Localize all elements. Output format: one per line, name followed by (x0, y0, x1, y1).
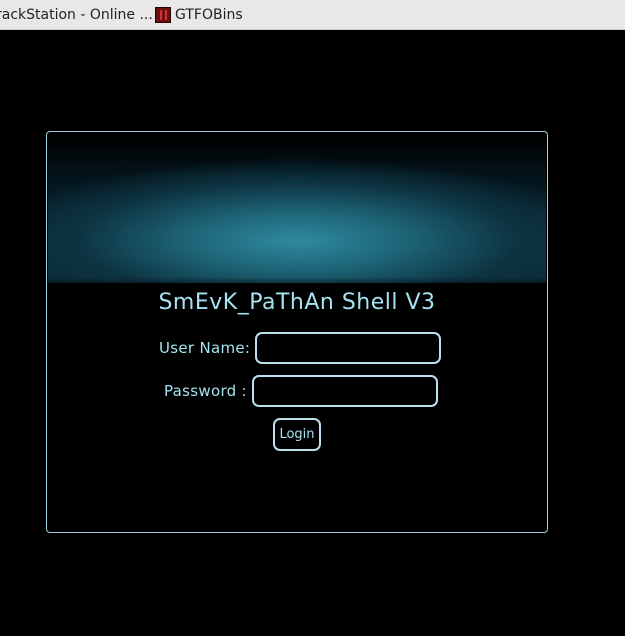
gtfobins-favicon-icon (155, 6, 171, 23)
header-banner-image (48, 133, 546, 283)
login-button[interactable]: Login (273, 418, 321, 451)
username-input[interactable] (255, 332, 442, 364)
bookmark-rackstation[interactable]: rackStation - Online ... (0, 0, 153, 29)
bookmarks-bar: rackStation - Online ... GTFOBins (0, 0, 625, 30)
password-input[interactable] (251, 375, 438, 407)
username-row: User Name: (159, 332, 442, 364)
password-label: Password : (164, 382, 247, 400)
username-label: User Name: (159, 339, 251, 357)
bookmark-label: rackStation - Online ... (0, 6, 153, 23)
bookmark-gtfobins[interactable]: GTFOBins (155, 0, 243, 29)
password-row: Password : (164, 375, 438, 407)
login-panel: SmEvK_PaThAn Shell V3 User Name: Passwor… (46, 131, 548, 533)
shell-title: SmEvK_PaThAn Shell V3 (158, 290, 436, 315)
bookmark-label: GTFOBins (175, 6, 243, 23)
